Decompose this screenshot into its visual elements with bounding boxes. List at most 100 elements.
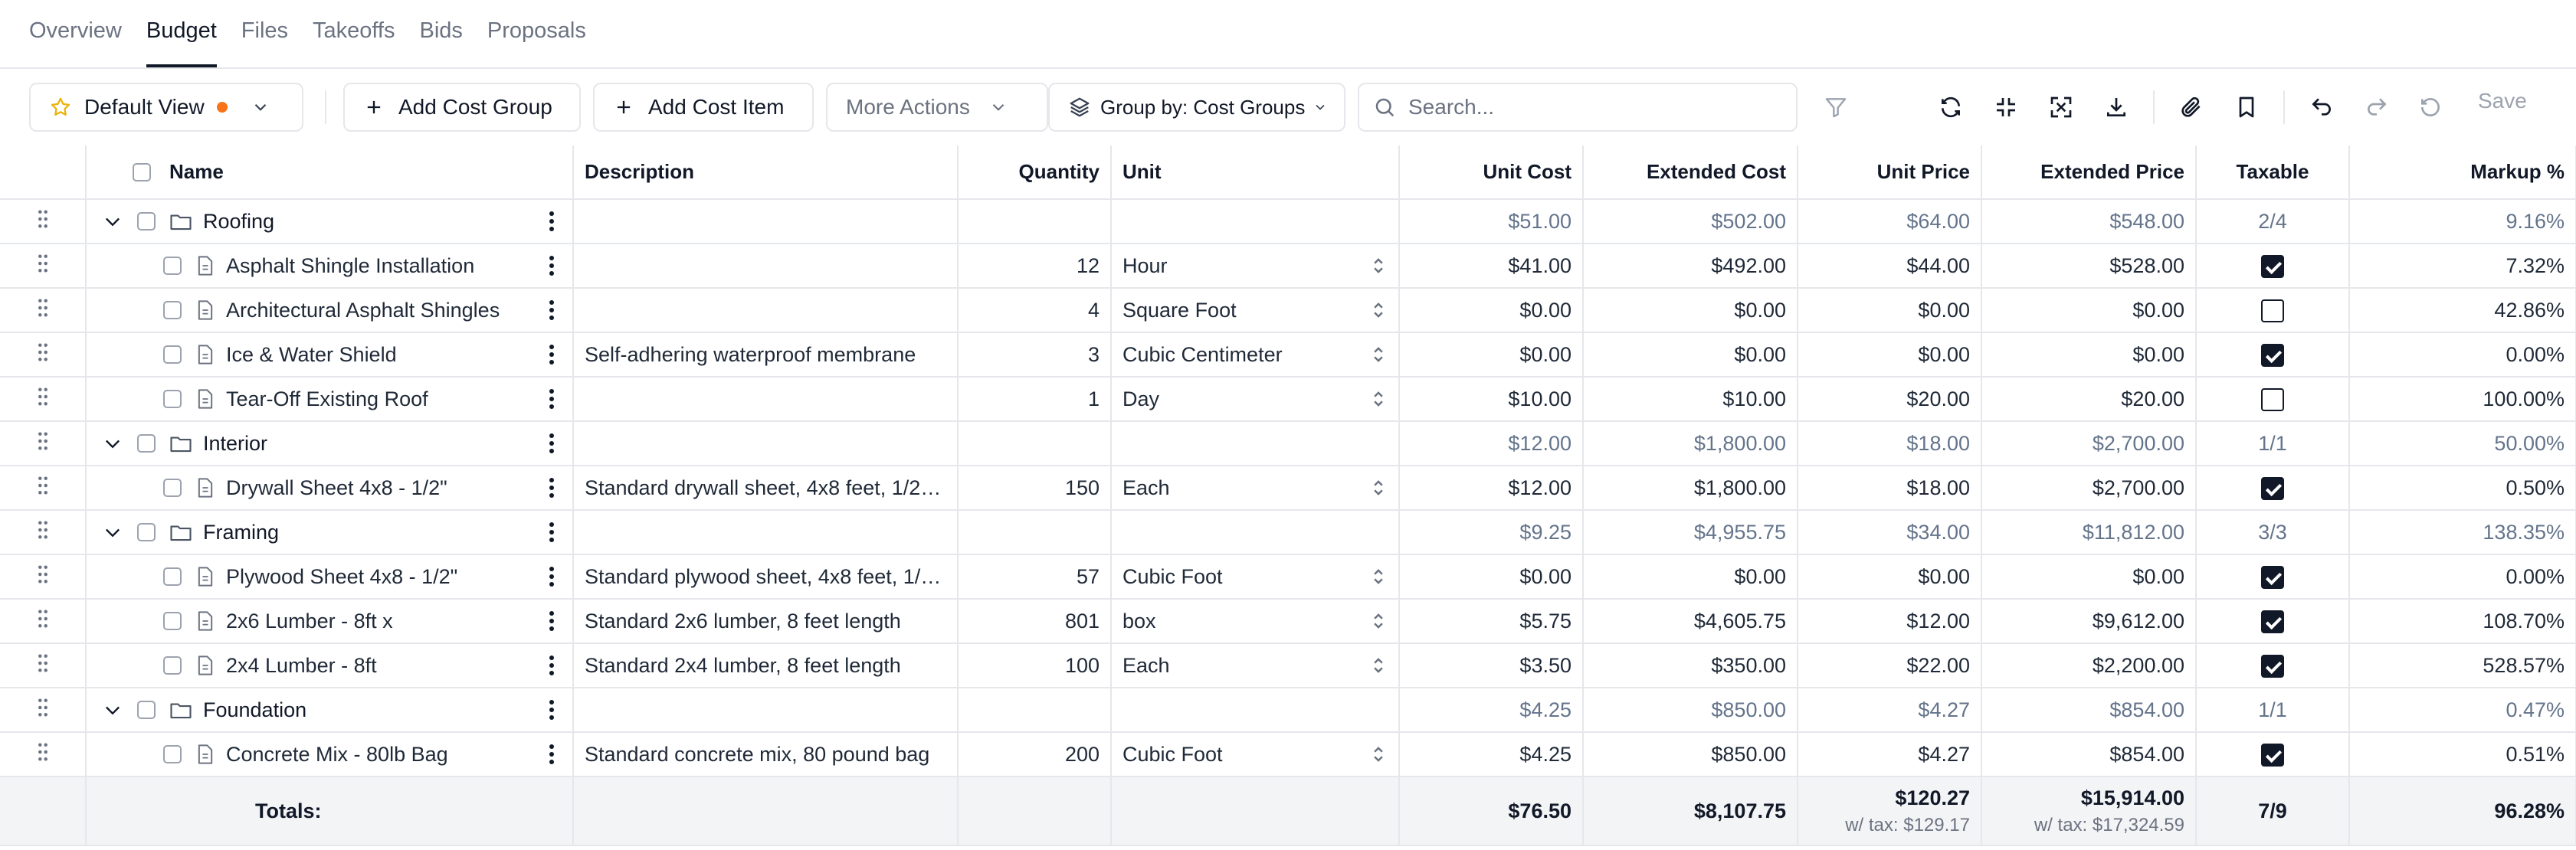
markup-cell[interactable]: 0.00% [2349,554,2576,600]
unit-price-cell[interactable]: $64.00 [1798,199,1982,244]
taxable-checkbox[interactable] [2261,387,2284,411]
quantity-cell[interactable]: 200 [958,732,1112,777]
row-menu-icon[interactable] [548,610,556,637]
unit-price-cell[interactable]: $18.00 [1798,466,1982,511]
row-checkbox[interactable] [163,345,182,364]
collapse-chevron-icon[interactable] [102,699,123,721]
table-row[interactable]: 2x6 Lumber - 8ft x Standard 2x6 lumber, … [0,599,2576,644]
unit-cost-cell[interactable]: $4.25 [1399,688,1584,733]
undo-icon[interactable] [2306,92,2337,123]
name-cell[interactable]: Roofing [86,199,574,244]
unit-cost-cell[interactable]: $0.00 [1399,554,1584,600]
description-cell[interactable]: Self-adhering waterproof membrane [573,332,959,378]
row-menu-icon[interactable] [548,433,556,459]
name-cell[interactable]: Framing [86,510,574,555]
row-checkbox[interactable] [137,434,156,453]
description-cell[interactable] [573,244,959,289]
description-cell[interactable]: Standard plywood sheet, 4x8 feet, 1/2 in… [573,554,959,600]
description-cell[interactable]: Standard 2x6 lumber, 8 feet length [573,599,959,644]
row-checkbox[interactable] [163,479,182,497]
unit-cost-cell[interactable]: $0.00 [1399,288,1584,333]
redo-icon[interactable] [2361,92,2392,123]
row-checkbox[interactable] [163,656,182,675]
taxable-checkbox[interactable] [2261,299,2284,322]
row-checkbox[interactable] [137,212,156,230]
search-input[interactable] [1407,94,1767,120]
tab-files[interactable]: Files [241,18,288,67]
markup-cell[interactable]: 0.50% [2349,466,2576,511]
name-cell[interactable]: Drywall Sheet 4x8 - 1/2" [86,466,574,511]
name-cell[interactable]: 2x4 Lumber - 8ft [86,643,574,688]
drag-handle-icon[interactable] [0,554,87,600]
description-cell[interactable] [573,199,959,244]
markup-cell[interactable]: 0.51% [2349,732,2576,777]
markup-cell[interactable]: 0.47% [2349,688,2576,733]
unit-select[interactable]: Day [1111,377,1400,422]
table-row[interactable]: Concrete Mix - 80lb Bag Standard concret… [0,732,2576,777]
drag-handle-icon[interactable] [0,643,87,688]
table-row[interactable]: Tear-Off Existing Roof 1 Day $10.00 $10.… [0,377,2576,422]
description-cell[interactable] [573,510,959,555]
group-by-button[interactable]: Group by: Cost Groups [1048,83,1345,132]
taxable-checkbox[interactable] [2261,610,2284,633]
description-cell[interactable]: Standard concrete mix, 80 pound bag [573,732,959,777]
unit-cost-cell[interactable]: $12.00 [1399,466,1584,511]
quantity-cell[interactable] [958,199,1112,244]
markup-cell[interactable]: 9.16% [2349,199,2576,244]
unit-price-cell[interactable]: $4.27 [1798,732,1982,777]
unit-price-cell[interactable]: $20.00 [1798,377,1982,422]
tab-overview[interactable]: Overview [29,18,122,67]
group-row[interactable]: Foundation $4.25 $850.00 $4.27 $854.00 1… [0,688,2576,733]
drag-handle-icon[interactable] [0,244,87,289]
description-cell[interactable] [573,377,959,422]
drag-handle-icon[interactable] [0,288,87,333]
name-cell[interactable]: Tear-Off Existing Roof [86,377,574,422]
collapse-icon[interactable] [1991,92,2021,123]
collapse-chevron-icon[interactable] [102,433,123,454]
table-row[interactable]: Ice & Water Shield Self-adhering waterpr… [0,332,2576,378]
row-menu-icon[interactable] [548,699,556,726]
row-checkbox[interactable] [137,523,156,541]
more-actions-button[interactable]: More Actions [826,83,1048,132]
row-checkbox[interactable] [163,257,182,275]
drag-handle-icon[interactable] [0,199,87,244]
expand-icon[interactable] [2046,92,2076,123]
collapse-chevron-icon[interactable] [102,521,123,543]
drag-handle-icon[interactable] [0,332,87,378]
quantity-cell[interactable] [958,421,1112,466]
row-menu-icon[interactable] [548,566,556,593]
description-cell[interactable] [573,688,959,733]
row-checkbox[interactable] [163,567,182,586]
tab-proposals[interactable]: Proposals [487,18,586,67]
row-checkbox[interactable] [137,701,156,719]
name-cell[interactable]: Interior [86,421,574,466]
filter-icon[interactable] [1821,92,1851,123]
select-all-checkbox[interactable] [133,162,151,181]
row-checkbox[interactable] [163,390,182,408]
drag-handle-icon[interactable] [0,377,87,422]
drag-handle-icon[interactable] [0,599,87,644]
drag-handle-icon[interactable] [0,732,87,777]
table-row[interactable]: Asphalt Shingle Installation 12 Hour $41… [0,244,2576,289]
row-menu-icon[interactable] [548,521,556,548]
quantity-cell[interactable]: 4 [958,288,1112,333]
unit-price-cell[interactable]: $0.00 [1798,288,1982,333]
name-cell[interactable]: Plywood Sheet 4x8 - 1/2" [86,554,574,600]
drag-handle-icon[interactable] [0,421,87,466]
description-cell[interactable] [573,421,959,466]
markup-cell[interactable]: 528.57% [2349,643,2576,688]
unit-price-cell[interactable]: $34.00 [1798,510,1982,555]
markup-cell[interactable]: 50.00% [2349,421,2576,466]
unit-price-cell[interactable]: $22.00 [1798,643,1982,688]
row-menu-icon[interactable] [548,211,556,237]
row-menu-icon[interactable] [548,299,556,326]
unit-cost-cell[interactable]: $4.25 [1399,732,1584,777]
description-cell[interactable]: Standard drywall sheet, 4x8 feet, 1/2 in… [573,466,959,511]
unit-select[interactable]: Cubic Foot [1111,554,1400,600]
drag-handle-icon[interactable] [0,466,87,511]
quantity-cell[interactable]: 150 [958,466,1112,511]
row-menu-icon[interactable] [548,344,556,371]
row-menu-icon[interactable] [548,744,556,770]
taxable-checkbox[interactable] [2261,654,2284,678]
unit-select[interactable]: Square Foot [1111,288,1400,333]
